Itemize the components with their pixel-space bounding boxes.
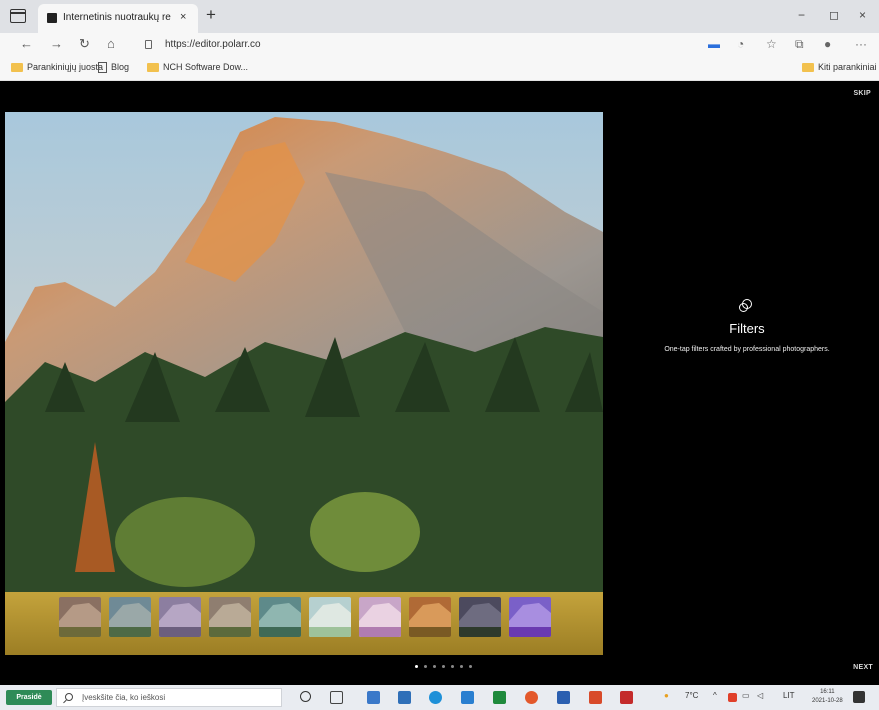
profile-icon[interactable]: ● bbox=[824, 38, 831, 50]
extension-icon[interactable]: ▬ bbox=[708, 38, 720, 50]
bookmark-label: NCH Software Dow... bbox=[163, 62, 249, 72]
bookmark-label: Kiti parankiniai bbox=[818, 62, 877, 72]
network-icon[interactable]: ▭ bbox=[742, 691, 750, 700]
pagination-dot[interactable] bbox=[424, 665, 427, 668]
forward-icon[interactable]: → bbox=[50, 37, 63, 50]
bookmark-label: Blog bbox=[111, 62, 130, 72]
filter-thumbnail[interactable] bbox=[509, 597, 551, 637]
cortana-icon[interactable] bbox=[300, 691, 311, 702]
address-bar[interactable]: https://editor.polarr.co bbox=[135, 35, 695, 55]
mountain-photo bbox=[5, 112, 603, 655]
clock-time: 16:11 bbox=[820, 689, 835, 695]
word-icon[interactable] bbox=[557, 691, 570, 704]
filter-thumbnail[interactable] bbox=[309, 597, 351, 637]
bookmark-favorites-bar[interactable]: Parankiniųjų juosta bbox=[11, 62, 103, 76]
store-app-icon[interactable] bbox=[398, 691, 411, 704]
read-aloud-icon[interactable]: ◔ bbox=[737, 38, 744, 50]
chrome-icon[interactable] bbox=[525, 691, 538, 704]
close-window-button[interactable]: × bbox=[859, 8, 866, 22]
app-icon[interactable] bbox=[461, 691, 474, 704]
weather-icon[interactable]: ● bbox=[664, 691, 669, 700]
pagination-dot[interactable] bbox=[451, 665, 454, 668]
mail-app-icon[interactable] bbox=[367, 691, 380, 704]
chevron-up-icon[interactable]: ^ bbox=[713, 691, 717, 700]
page-icon bbox=[98, 62, 107, 74]
sample-photo bbox=[5, 112, 603, 655]
tab-close-icon[interactable]: × bbox=[180, 11, 186, 23]
browser-window: Internetinis nuotraukų redagavi × + − ◻ … bbox=[0, 0, 879, 710]
minimize-button[interactable]: − bbox=[798, 8, 805, 22]
notification-icon[interactable] bbox=[853, 691, 865, 703]
pdf-app-icon[interactable] bbox=[620, 691, 633, 704]
volume-icon[interactable]: ◁ bbox=[757, 691, 763, 700]
folder-icon bbox=[802, 63, 814, 73]
filter-thumbnail[interactable] bbox=[159, 597, 201, 637]
more-menu-icon[interactable]: ··· bbox=[855, 38, 867, 50]
folder-icon bbox=[11, 63, 23, 73]
search-placeholder: Įveskšite čia, ko ieškosi bbox=[82, 693, 166, 702]
home-icon[interactable]: ⌂ bbox=[107, 37, 115, 50]
tray-app-icon[interactable] bbox=[728, 693, 737, 702]
filter-thumbnail[interactable] bbox=[59, 597, 101, 637]
tab-actions-icon[interactable] bbox=[10, 9, 26, 23]
temperature-text: 7°C bbox=[685, 691, 699, 700]
back-icon[interactable]: ← bbox=[20, 37, 33, 50]
skip-button[interactable]: SKIP bbox=[853, 90, 871, 97]
tab-strip: Internetinis nuotraukų redagavi × + − ◻ … bbox=[0, 0, 879, 33]
favorites-icon[interactable]: ☆ bbox=[766, 38, 777, 50]
maximize-button[interactable]: ◻ bbox=[829, 8, 839, 22]
feature-panel: Filters One-tap filters crafted by profe… bbox=[612, 299, 879, 355]
clock-date: 2021-10-28 bbox=[812, 698, 843, 704]
start-button[interactable]: Prasidė bbox=[6, 690, 52, 705]
filter-thumbnail[interactable] bbox=[409, 597, 451, 637]
task-view-icon[interactable] bbox=[330, 691, 343, 704]
folder-icon bbox=[147, 63, 159, 73]
next-button[interactable]: NEXT bbox=[853, 664, 873, 671]
lock-icon[interactable] bbox=[145, 40, 152, 49]
excel-icon[interactable] bbox=[493, 691, 506, 704]
filter-thumbnail[interactable] bbox=[109, 597, 151, 637]
bookmark-nch[interactable]: NCH Software Dow... bbox=[147, 62, 248, 76]
pagination-dots bbox=[412, 665, 475, 668]
feature-description: One-tap filters crafted by professional … bbox=[664, 346, 830, 353]
pagination-dot[interactable] bbox=[433, 665, 436, 668]
pagination-dot[interactable] bbox=[415, 665, 418, 668]
edge-app-icon[interactable] bbox=[429, 691, 442, 704]
navigation-bar: ← → ↻ ⌂ https://editor.polarr.co ▬ ◔ ☆ ⧉… bbox=[0, 33, 879, 57]
filter-thumbnail[interactable] bbox=[459, 597, 501, 637]
filters-icon bbox=[739, 299, 752, 312]
pagination-dot[interactable] bbox=[442, 665, 445, 668]
tab-title: Internetinis nuotraukų redagavi bbox=[63, 12, 171, 23]
new-tab-button[interactable]: + bbox=[206, 6, 216, 23]
favicon-icon bbox=[47, 13, 57, 23]
filter-thumbnail[interactable] bbox=[359, 597, 401, 637]
pagination-dot[interactable] bbox=[469, 665, 472, 668]
taskbar-search-input[interactable]: Įveskšite čia, ko ieškosi bbox=[56, 688, 282, 707]
bookmark-blog[interactable]: Blog bbox=[98, 62, 129, 76]
bookmark-label: Parankiniųjų juosta bbox=[27, 62, 104, 72]
refresh-icon[interactable]: ↻ bbox=[79, 37, 90, 50]
address-url[interactable]: https://editor.polarr.co bbox=[165, 39, 261, 50]
tab-active[interactable]: Internetinis nuotraukų redagavi × bbox=[38, 4, 198, 33]
collections-icon[interactable]: ⧉ bbox=[795, 38, 804, 50]
filter-strip bbox=[59, 595, 555, 641]
app-icon[interactable] bbox=[589, 691, 602, 704]
filter-thumbnail[interactable] bbox=[259, 597, 301, 637]
feature-title: Filters bbox=[729, 321, 765, 336]
bookmark-other[interactable]: Kiti parankiniai bbox=[802, 62, 877, 76]
search-icon bbox=[65, 693, 73, 701]
system-clock[interactable]: 16:11 2021-10-28 bbox=[812, 688, 843, 706]
language-indicator[interactable]: LIT bbox=[783, 691, 795, 700]
pagination-dot[interactable] bbox=[460, 665, 463, 668]
windows-taskbar: Prasidė Įveskšite čia, ko ieškosi ● 7°C … bbox=[0, 685, 879, 710]
filter-thumbnail[interactable] bbox=[209, 597, 251, 637]
polarr-onboarding: SKIP Filters One-tap filters crafted by … bbox=[0, 81, 879, 685]
bookmarks-bar: Parankiniųjų juosta Blog NCH Software Do… bbox=[0, 57, 879, 81]
